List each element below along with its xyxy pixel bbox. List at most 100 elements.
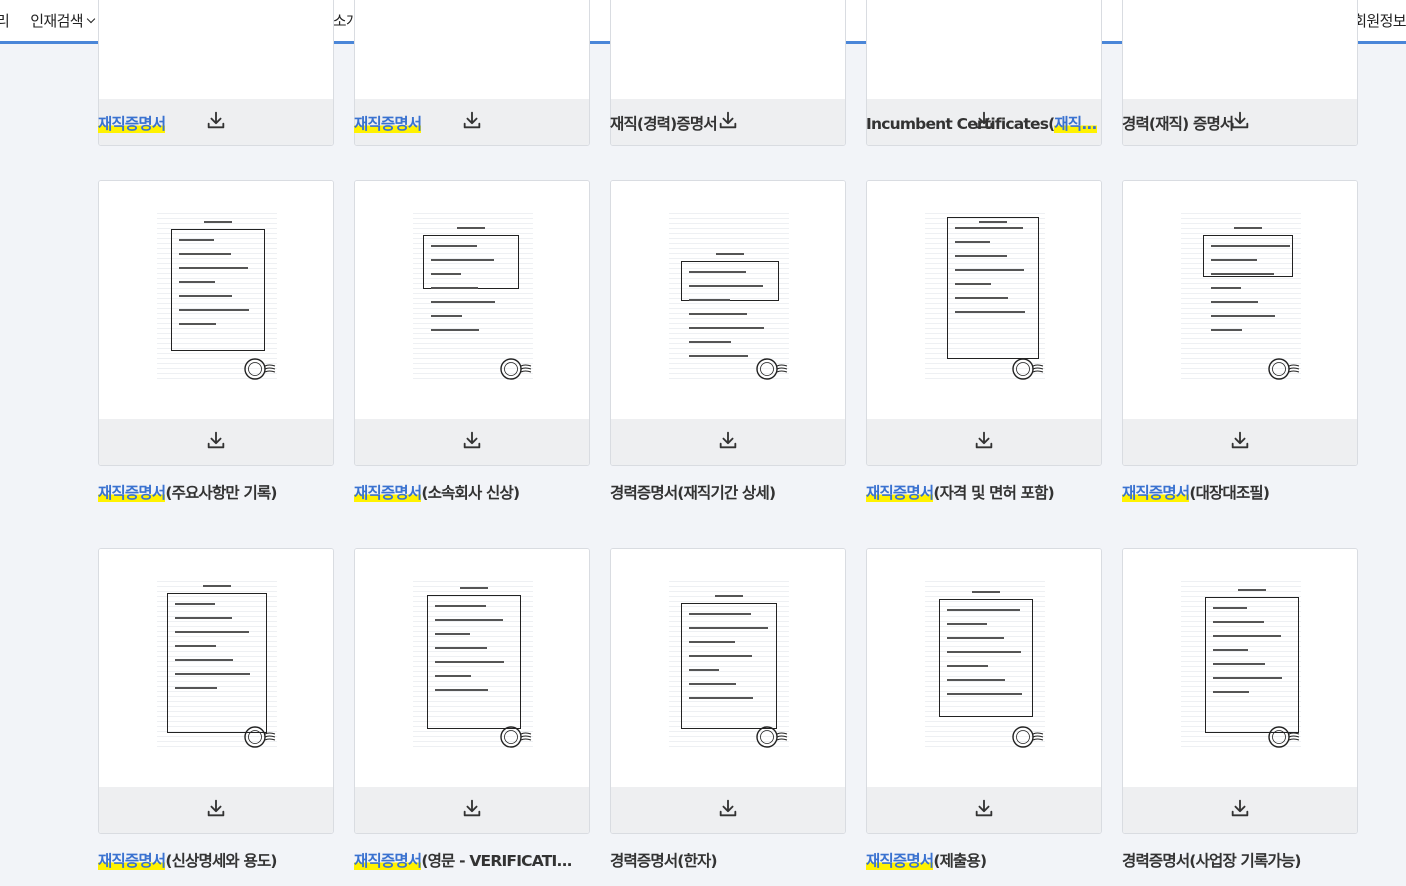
card-thumbnail[interactable]	[99, 181, 333, 419]
card-title-link[interactable]: 재직증명서(영문 - VERIFICATI...	[354, 849, 572, 871]
card-title-link[interactable]: 재직증명서	[354, 112, 422, 134]
card-thumbnail[interactable]	[99, 549, 333, 787]
title-text: (자격 및 면허 포함)	[933, 484, 1054, 502]
card-thumbnail[interactable]	[611, 181, 845, 419]
template-card[interactable]	[610, 180, 846, 466]
card-thumbnail[interactable]	[355, 181, 589, 419]
document-preview	[669, 577, 789, 749]
card-thumbnail[interactable]	[867, 181, 1101, 419]
title-keyword-highlight: 재직증명서	[354, 484, 422, 502]
card-title-link[interactable]: 재직증명서(제출용)	[866, 849, 986, 871]
card-title-link[interactable]: 재직증명서	[98, 112, 166, 134]
nav-item-left-0[interactable]: 리	[0, 10, 10, 31]
card-title-link[interactable]: 경력증명서(사업장 기록가능)	[1122, 849, 1301, 871]
title-keyword-highlight: 재직증명서	[866, 852, 934, 870]
download-button[interactable]	[355, 787, 589, 833]
download-icon	[205, 109, 227, 135]
download-icon	[1229, 797, 1251, 823]
download-button[interactable]	[611, 419, 845, 465]
nav-item-label: 리	[0, 12, 10, 30]
stamp-logo-icon	[1011, 357, 1045, 381]
document-preview	[925, 577, 1045, 749]
template-card[interactable]	[1122, 180, 1358, 466]
card-title-link[interactable]: 경력증명서(재직기간 상세)	[610, 481, 775, 503]
title-text: (대장대조필)	[1189, 484, 1270, 502]
title-keyword-highlight: 재직증명서	[866, 484, 934, 502]
template-card[interactable]	[98, 548, 334, 834]
document-preview	[925, 209, 1045, 381]
stamp-logo-icon	[499, 357, 533, 381]
card-title-link[interactable]: Incumbent Certificates(재직...	[866, 112, 1097, 134]
download-button[interactable]	[867, 787, 1101, 833]
document-preview	[669, 209, 789, 381]
template-card[interactable]	[1122, 548, 1358, 834]
download-icon	[461, 797, 483, 823]
card-title-link[interactable]: 재직증명서(주요사항만 기록)	[98, 481, 277, 503]
document-preview	[1181, 209, 1301, 381]
download-icon	[1229, 429, 1251, 455]
stamp-logo-icon	[1267, 357, 1301, 381]
card-thumbnail[interactable]	[867, 549, 1101, 787]
stamp-logo-icon	[499, 725, 533, 749]
title-text: 경력증명서(한자)	[610, 852, 717, 870]
card-title-link[interactable]: 재직(경력)증명서	[610, 112, 717, 134]
download-icon	[717, 797, 739, 823]
title-keyword-highlight: 재직증명서	[1122, 484, 1190, 502]
template-card[interactable]	[610, 548, 846, 834]
title-text: 경력증명서(사업장 기록가능)	[1122, 852, 1301, 870]
card-title-link[interactable]: 경력(재직) 증명서	[1122, 112, 1233, 134]
stamp-logo-icon	[243, 725, 277, 749]
card-thumbnail[interactable]	[355, 549, 589, 787]
document-preview	[1181, 577, 1301, 749]
download-icon	[717, 429, 739, 455]
title-text: Incumbent Certificates(	[866, 115, 1055, 133]
template-card[interactable]	[866, 180, 1102, 466]
download-icon	[461, 109, 483, 135]
title-text: (신상명세와 용도)	[165, 852, 277, 870]
title-text: 재직(경력)증명서	[610, 115, 717, 133]
template-card[interactable]	[354, 548, 590, 834]
download-icon	[461, 429, 483, 455]
card-title-link[interactable]: 재직증명서(소속회사 신상)	[354, 481, 519, 503]
template-card[interactable]	[866, 548, 1102, 834]
title-keyword-highlight: 재직증명서	[98, 852, 166, 870]
document-preview	[157, 577, 277, 749]
title-keyword-highlight: 재직증명서	[98, 484, 166, 502]
card-thumbnail[interactable]	[1123, 181, 1357, 419]
title-text: 경력(재직) 증명서	[1122, 115, 1234, 133]
document-preview	[413, 577, 533, 749]
download-button[interactable]	[1123, 787, 1357, 833]
title-text: 경력증명서(재직기간 상세)	[610, 484, 776, 502]
card-title-link[interactable]: 재직증명서(신상명세와 용도)	[98, 849, 277, 871]
card-thumbnail[interactable]	[1123, 549, 1357, 787]
download-icon	[205, 429, 227, 455]
download-icon	[973, 797, 995, 823]
download-button[interactable]	[99, 419, 333, 465]
nav-item-right-1[interactable]: 회원정보	[1353, 10, 1406, 31]
card-title-link[interactable]: 경력증명서(한자)	[610, 849, 717, 871]
stamp-logo-icon	[1267, 725, 1301, 749]
download-icon	[973, 429, 995, 455]
title-keyword-highlight: 재직증명서	[354, 115, 422, 133]
template-card[interactable]	[98, 180, 334, 466]
nav-item-label: 인재검색	[30, 12, 84, 30]
download-button[interactable]	[867, 419, 1101, 465]
card-title-link[interactable]: 재직증명서(대장대조필)	[1122, 481, 1269, 503]
card-thumbnail[interactable]	[611, 549, 845, 787]
stamp-logo-icon	[243, 357, 277, 381]
title-text: (영문 - VERIFICATI...	[421, 852, 572, 870]
stamp-logo-icon	[755, 725, 789, 749]
download-button[interactable]	[611, 787, 845, 833]
card-title-link[interactable]: 재직증명서(자격 및 면허 포함)	[866, 481, 1054, 503]
nav-item-label: 회원정보	[1353, 12, 1406, 30]
stamp-logo-icon	[1011, 725, 1045, 749]
download-button[interactable]	[99, 787, 333, 833]
document-preview	[157, 209, 277, 381]
title-keyword-highlight: 재직증명서	[98, 115, 166, 133]
title-text: (제출용)	[933, 852, 987, 870]
download-button[interactable]	[1123, 419, 1357, 465]
template-card[interactable]	[354, 180, 590, 466]
download-button[interactable]	[355, 419, 589, 465]
nav-item-left-1[interactable]: 인재검색	[30, 10, 96, 31]
title-keyword-highlight: 재직...	[1054, 115, 1097, 133]
